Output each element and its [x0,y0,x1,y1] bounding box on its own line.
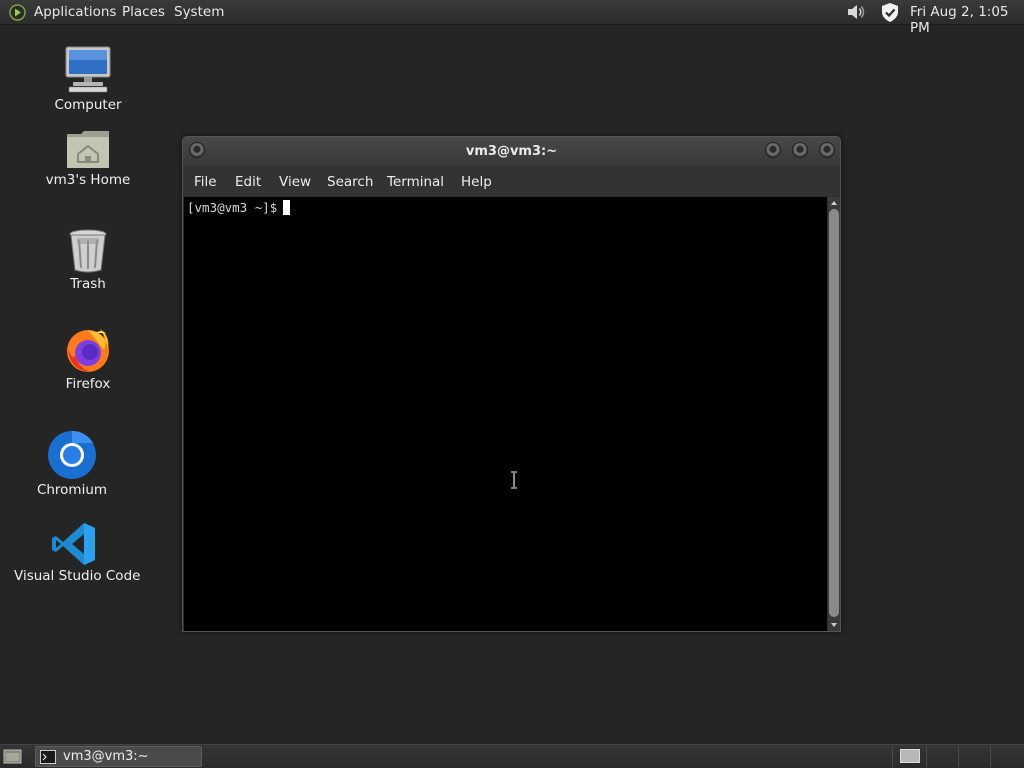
menu-search[interactable]: Search [327,174,373,190]
terminal-scrollbar[interactable] [828,197,840,631]
clock[interactable]: Fri Aug 2, 1:05 PM [910,4,1024,36]
text-cursor [283,200,291,215]
terminal-app-icon [40,750,56,764]
terminal-window[interactable]: vm3@vm3:~ File Edit View Search Terminal… [182,136,841,632]
applications-menu[interactable]: Applications [34,4,116,20]
desktop-icon-label: Trash [70,276,106,292]
terminal-menubar: File Edit View Search Terminal Help [183,166,840,196]
taskbar-terminal-button[interactable]: vm3@vm3:~ [35,746,202,767]
scroll-down-arrow-icon[interactable] [831,623,837,627]
firefox-icon [67,329,109,372]
window-title: vm3@vm3:~ [465,144,558,159]
menu-edit[interactable]: Edit [235,174,261,190]
menu-view[interactable]: View [279,174,311,190]
workspace-3[interactable] [958,746,990,767]
chromium-icon [48,430,96,479]
desktop-icon-computer[interactable]: Computer [49,45,127,113]
menu-terminal[interactable]: Terminal [387,174,444,190]
taskbar-button-label: vm3@vm3:~ [63,749,149,764]
desktop-icon-label: Visual Studio Code [14,568,141,584]
close-button[interactable] [819,142,835,158]
home-folder-icon [67,131,109,168]
menu-help[interactable]: Help [461,174,492,190]
workspace-1[interactable] [892,746,926,767]
workspace-2[interactable] [926,746,958,767]
desktop-icon-label: vm3's Home [45,172,131,188]
security-shield-icon[interactable] [880,2,900,23]
desktop-icon-label: Computer [54,97,122,113]
desktop-icon-vscode[interactable]: Visual Studio Code [14,522,141,584]
show-desktop-icon[interactable] [3,748,22,765]
desktop-icon-label: Firefox [65,376,111,392]
desktop-icon-home[interactable]: vm3's Home [44,128,132,188]
maximize-button[interactable] [792,142,808,158]
desktop-icon-label: Chromium [36,482,108,498]
terminal-prompt-line: [vm3@vm3 ~]$ [187,200,291,215]
window-titlebar[interactable]: vm3@vm3:~ [183,137,840,166]
bottom-panel: vm3@vm3:~ [0,744,1024,768]
top-panel: Applications Places System Fri Aug 2, 1:… [0,0,1024,36]
system-menu[interactable]: System [174,4,224,20]
scrollbar-thumb[interactable] [829,209,839,617]
applications-logo-icon[interactable] [9,4,26,21]
desktop-icon-chromium[interactable]: Chromium [33,430,111,498]
shell-prompt: [vm3@vm3 ~]$ [187,200,278,215]
terminal-screen[interactable]: [vm3@vm3 ~]$ [184,197,827,631]
minimize-button[interactable] [765,142,781,158]
desktop-icon-firefox[interactable]: Firefox [49,326,127,392]
trash-icon [69,229,107,273]
desktop-icon-trash[interactable]: Trash [49,228,127,292]
ibeam-cursor-icon [511,471,517,489]
volume-icon[interactable] [846,2,868,22]
computer-icon [65,46,111,93]
workspace-window-preview [900,749,920,763]
places-menu[interactable]: Places [122,4,165,20]
workspace-4[interactable] [990,746,1024,767]
scroll-up-arrow-icon[interactable] [831,201,837,205]
vscode-icon [52,523,95,565]
menu-file[interactable]: File [194,174,217,190]
